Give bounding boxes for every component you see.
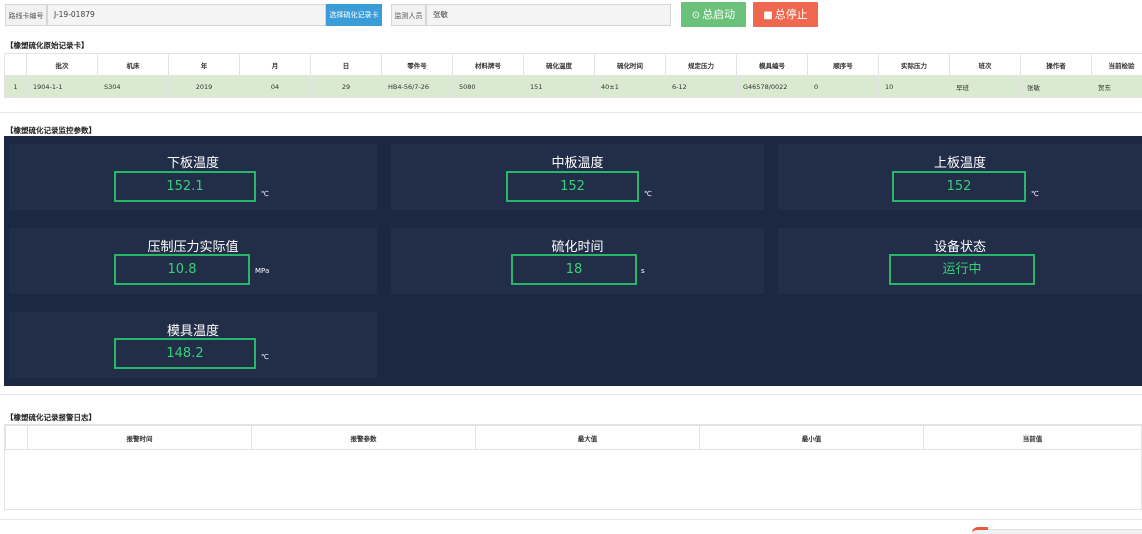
middle-plate-temp-unit: ℃ bbox=[644, 190, 652, 198]
pressure-title: 压制压力实际值 bbox=[147, 240, 239, 255]
upper-plate-temp-unit: ℃ bbox=[1031, 190, 1039, 198]
monitor-section-title: 【橡塑硫化记录监控参数】 bbox=[6, 126, 96, 135]
alarm-col-current[interactable]: 当前值 bbox=[923, 425, 1142, 450]
col-cure-time[interactable]: 硫化时间 bbox=[594, 53, 666, 76]
cell-operator: 张敏 bbox=[1020, 75, 1092, 98]
cell-part-no: HB4-56/7-26 bbox=[381, 75, 453, 98]
col-month[interactable]: 月 bbox=[239, 53, 311, 76]
cell-month: 04 bbox=[239, 75, 311, 98]
pressure-card: 压制压力实际值 10.8 MPa bbox=[9, 228, 377, 294]
col-part-no[interactable]: 零件号 bbox=[381, 53, 453, 76]
toolbar: 路线卡编号 J-19-01879 选择硫化记录卡 监测人员 张敏 ⊙ 总启动 ■ 总… bbox=[0, 0, 1142, 32]
cell-mold-no: G46578/0022 bbox=[736, 75, 808, 98]
upper-plate-temp-title: 上板温度 bbox=[933, 156, 986, 171]
middle-plate-temp-card: 中板温度 152 ℃ bbox=[391, 144, 764, 210]
stop-all-label: 总停止 bbox=[774, 8, 808, 21]
alarm-table-header: 报警时间 报警参数 最大值 最小值 当前值 bbox=[5, 425, 1142, 450]
cell-year: 2019 bbox=[168, 75, 240, 98]
middle-plate-temp-value: 152 bbox=[506, 171, 639, 202]
col-inspector[interactable]: 当前检验 bbox=[1091, 53, 1142, 76]
inspector-label: 监测人员 bbox=[391, 4, 426, 26]
cell-spec-pressure: 6-12 bbox=[665, 75, 737, 98]
stop-square-icon: ■ bbox=[763, 10, 773, 21]
alarm-section-title: 【橡塑硫化记录报警日志】 bbox=[6, 413, 96, 422]
alarm-log-table: 报警时间 报警参数 最大值 最小值 当前值 bbox=[4, 424, 1142, 510]
alarm-col-min[interactable]: 最小值 bbox=[699, 425, 924, 450]
mold-temp-value: 148.2 bbox=[114, 338, 256, 369]
record-section-title: 【橡塑硫化原始记录卡】 bbox=[6, 41, 89, 50]
alarm-col-time[interactable]: 报警时间 bbox=[27, 425, 252, 450]
col-spec-pressure[interactable]: 规定压力 bbox=[665, 53, 737, 76]
route-card-input[interactable]: J-19-01879 bbox=[47, 4, 326, 26]
device-status-card: 设备状态 运行中 bbox=[778, 228, 1142, 294]
section-divider bbox=[0, 112, 1142, 113]
col-machine[interactable]: 机床 bbox=[97, 53, 169, 76]
cell-batch: 1904-1-1 bbox=[26, 75, 98, 98]
stop-all-button[interactable]: ■ 总停止 bbox=[753, 2, 818, 27]
middle-plate-temp-title: 中板温度 bbox=[551, 156, 604, 171]
cell-cure-time: 40±1 bbox=[594, 75, 666, 98]
select-record-card-button[interactable]: 选择硫化记录卡 bbox=[326, 4, 382, 26]
start-all-label: 总启动 bbox=[702, 8, 736, 21]
start-all-button[interactable]: ⊙ 总启动 bbox=[681, 2, 746, 27]
cell-seq-no: 0 bbox=[807, 75, 879, 98]
upper-plate-temp-card: 上板温度 152 ℃ bbox=[778, 144, 1142, 210]
mold-temp-card: 模具温度 148.2 ℃ bbox=[9, 312, 377, 378]
alarm-col-index bbox=[5, 425, 28, 450]
col-operator[interactable]: 操作者 bbox=[1020, 53, 1092, 76]
cell-actual-pressure: 10 bbox=[878, 75, 950, 98]
col-shift[interactable]: 班次 bbox=[949, 53, 1021, 76]
cell-inspector: 贺东 bbox=[1091, 75, 1142, 98]
alarm-col-max[interactable]: 最大值 bbox=[475, 425, 700, 450]
mold-temp-unit: ℃ bbox=[261, 353, 269, 361]
cure-time-title: 硫化时间 bbox=[551, 240, 604, 255]
monitor-panel: 下板温度 152.1 ℃ 中板温度 152 ℃ 上板温度 152 ℃ 压制压力实… bbox=[4, 136, 1142, 386]
col-seq-no[interactable]: 顺序号 bbox=[807, 53, 879, 76]
cure-time-card: 硫化时间 18 s bbox=[391, 228, 764, 294]
cell-cure-temp: 151 bbox=[523, 75, 595, 98]
col-actual-pressure[interactable]: 实际压力 bbox=[878, 53, 950, 76]
pressure-unit: MPa bbox=[255, 267, 270, 275]
col-index bbox=[4, 53, 27, 76]
cell-machine: S304 bbox=[97, 75, 169, 98]
device-status-value: 运行中 bbox=[889, 254, 1035, 285]
pressure-value: 10.8 bbox=[114, 254, 250, 285]
lower-plate-temp-value: 152.1 bbox=[114, 171, 256, 202]
col-year[interactable]: 年 bbox=[168, 53, 240, 76]
table-row[interactable]: 1 1904-1-1 S304 2019 04 29 HB4-56/7-26 5… bbox=[4, 75, 1142, 98]
lower-plate-temp-title: 下板温度 bbox=[166, 156, 219, 171]
col-mold-no[interactable]: 模具编号 bbox=[736, 53, 808, 76]
scroll-arrow-icon bbox=[972, 527, 988, 533]
col-batch[interactable]: 批次 bbox=[26, 53, 98, 76]
cell-shift: 早班 bbox=[949, 75, 1021, 98]
col-material[interactable]: 材料牌号 bbox=[452, 53, 524, 76]
horizontal-scrollbar[interactable] bbox=[972, 527, 1142, 534]
col-cure-temp[interactable]: 硫化温度 bbox=[523, 53, 595, 76]
play-circle-icon: ⊙ bbox=[691, 10, 701, 21]
record-table: 批次 机床 年 月 日 零件号 材料牌号 硫化温度 硫化时间 规定压力 模具编号… bbox=[4, 53, 1142, 98]
alarm-col-param[interactable]: 报警参数 bbox=[251, 425, 476, 450]
mold-temp-title: 模具温度 bbox=[166, 324, 219, 339]
cure-time-value: 18 bbox=[511, 254, 637, 285]
section-divider bbox=[0, 519, 1142, 520]
cell-day: 29 bbox=[310, 75, 382, 98]
record-table-header: 批次 机床 年 月 日 零件号 材料牌号 硫化温度 硫化时间 规定压力 模具编号… bbox=[4, 53, 1142, 76]
route-card-label: 路线卡编号 bbox=[5, 4, 47, 26]
lower-plate-temp-card: 下板温度 152.1 ℃ bbox=[9, 144, 377, 210]
col-day[interactable]: 日 bbox=[310, 53, 382, 76]
cell-material: 5080 bbox=[452, 75, 524, 98]
inspector-input[interactable]: 张敏 bbox=[426, 4, 671, 26]
upper-plate-temp-value: 152 bbox=[892, 171, 1026, 202]
cure-time-unit: s bbox=[641, 267, 645, 275]
section-divider bbox=[0, 394, 1142, 395]
lower-plate-temp-unit: ℃ bbox=[261, 190, 269, 198]
cell-index: 1 bbox=[4, 75, 27, 98]
device-status-title: 设备状态 bbox=[933, 240, 986, 255]
